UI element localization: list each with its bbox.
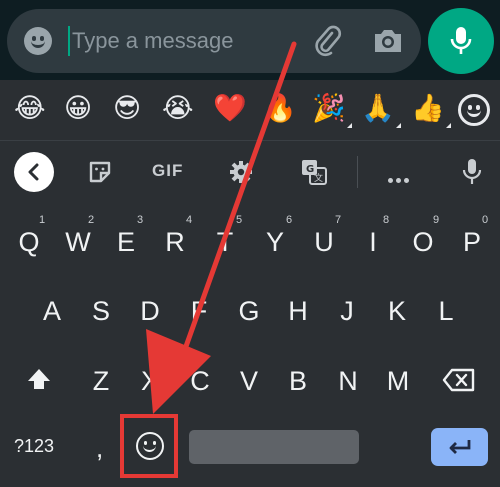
key-d[interactable]: D [133,296,167,327]
key-r[interactable]: R [158,227,192,258]
key-k[interactable]: K [380,296,414,327]
key-hint: 3 [137,214,144,226]
microphone-icon[interactable] [462,157,482,187]
key-i[interactable]: I [356,227,390,258]
key-b[interactable]: B [281,366,315,397]
key-y[interactable]: Y [258,227,292,258]
key-t[interactable]: T [208,227,242,258]
emoji-suggestion-party-popper[interactable]: 🎉 [312,92,352,128]
gear-icon[interactable] [228,159,254,185]
key-l[interactable]: L [429,296,463,327]
svg-text:文: 文 [314,172,323,184]
key-u[interactable]: U [307,227,341,258]
emoji-suggestion-sunglasses-face[interactable]: 😎 [113,92,141,126]
key-hint: 1 [39,214,46,226]
key-g[interactable]: G [232,296,266,327]
voice-message-button[interactable] [428,8,494,74]
paperclip-icon[interactable] [310,24,344,58]
key-w[interactable]: W [60,227,96,258]
emoji-suggestion-red-heart[interactable]: ❤️ [213,92,247,126]
enter-icon [449,440,471,454]
key-p[interactable]: P [456,227,488,258]
shift-icon[interactable] [26,367,52,391]
message-input[interactable] [72,23,282,59]
key-hint: 7 [335,214,342,226]
toolbar-divider [357,156,358,188]
key-m[interactable]: M [380,366,416,397]
key-hint: 6 [286,214,293,226]
key-hint: 5 [236,214,243,226]
space-bar[interactable] [189,430,359,464]
emoji-key-highlight [120,414,178,478]
key-f[interactable]: F [182,296,216,327]
text-cursor [68,26,70,56]
emoji-suggestion-grinning-face[interactable]: 😀 [64,92,92,126]
translate-icon[interactable]: G 文 [300,158,328,186]
key-hint: 8 [383,214,390,226]
key-o[interactable]: O [405,227,441,258]
back-button[interactable] [14,152,54,192]
key-h[interactable]: H [281,296,315,327]
emoji-suggestion-loudly-crying-face[interactable]: 😭 [162,92,194,126]
key-j[interactable]: J [330,296,364,327]
key-c[interactable]: C [183,366,217,397]
key-hint: 9 [433,214,440,226]
gif-button[interactable]: GIF [152,161,183,181]
svg-text:G: G [306,164,314,175]
sticker-icon[interactable] [87,159,113,185]
microphone-icon [450,27,472,54]
emoji-suggestion-fire[interactable]: 🔥 [263,92,297,126]
emoji-icon[interactable] [24,27,52,55]
key-n[interactable]: N [331,366,365,397]
key-v[interactable]: V [232,366,266,397]
key-s[interactable]: S [84,296,118,327]
back-icon [28,163,39,181]
enter-key[interactable] [431,428,488,466]
key-a[interactable]: A [35,296,69,327]
emoji-suggestion-folded-hands[interactable]: 🙏 [361,92,401,128]
emoji-suggestion-tears-of-joy[interactable]: 😂 [14,92,46,126]
emoji-picker-icon[interactable] [458,94,490,126]
symbols-key[interactable]: ?123 [14,436,54,457]
camera-icon[interactable] [372,26,404,56]
key-e[interactable]: E [110,227,142,258]
key-x[interactable]: X [133,366,167,397]
key-hint: 0 [482,214,489,226]
comma-key[interactable]: , [96,433,103,464]
key-z[interactable]: Z [84,366,118,397]
more-icon[interactable] [388,170,412,188]
emoji-suggestion-thumbs-up[interactable]: 👍 [411,92,451,128]
message-bar [0,0,500,80]
key-q[interactable]: Q [12,227,46,258]
key-hint: 4 [186,214,193,226]
key-hint: 2 [88,214,95,226]
backspace-icon[interactable] [442,368,476,392]
